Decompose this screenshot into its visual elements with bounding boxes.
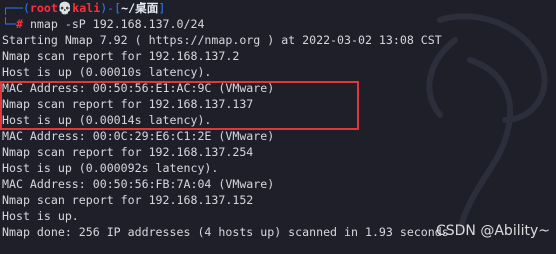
output-line: Nmap scan report for 192.168.137.152 <box>2 193 254 207</box>
output-line: Nmap scan report for 192.168.137.2 <box>2 49 240 63</box>
command-text: nmap -sP 192.168.137.0/24 <box>29 17 205 31</box>
prompt-line-2: └─# nmap -sP 192.168.137.0/24 <box>2 16 204 32</box>
prompt-corner-top: ┌──( <box>2 1 30 15</box>
prompt-corner-bottom: └─ <box>2 17 16 31</box>
highlight-box <box>0 81 359 130</box>
terminal-window[interactable]: ┌──(root💀kali)-[~/桌面] └─# nmap -sP 192.1… <box>0 0 556 254</box>
output-line: MAC Address: 00:0C:29:E6:C1:2E (VMware) <box>2 129 275 143</box>
output-line: Starting Nmap 7.92 ( https://nmap.org ) … <box>2 33 442 47</box>
output-line: MAC Address: 00:50:56:FB:7A:04 (VMware) <box>2 177 275 191</box>
prompt-hash: # <box>15 17 23 31</box>
prompt-separator: )-[ <box>100 1 122 15</box>
output-line: Nmap scan report for 192.168.137.254 <box>2 145 254 159</box>
output-line: Host is up (0.00010s latency). <box>2 65 212 79</box>
output-line: Host is up. <box>2 209 79 223</box>
output-line: Nmap done: 256 IP addresses (4 hosts up)… <box>2 225 449 239</box>
prompt-user: root <box>29 1 58 15</box>
output-line: Host is up (0.000092s latency). <box>2 161 219 175</box>
csdn-watermark: CSDN @Ability~ <box>435 223 550 239</box>
prompt-line-1: ┌──(root💀kali)-[~/桌面] <box>2 0 165 16</box>
prompt-host: kali <box>72 1 101 15</box>
skull-icon: 💀 <box>57 1 73 15</box>
prompt-close-bracket: ] <box>158 1 166 15</box>
prompt-path: ~/桌面 <box>121 1 159 15</box>
